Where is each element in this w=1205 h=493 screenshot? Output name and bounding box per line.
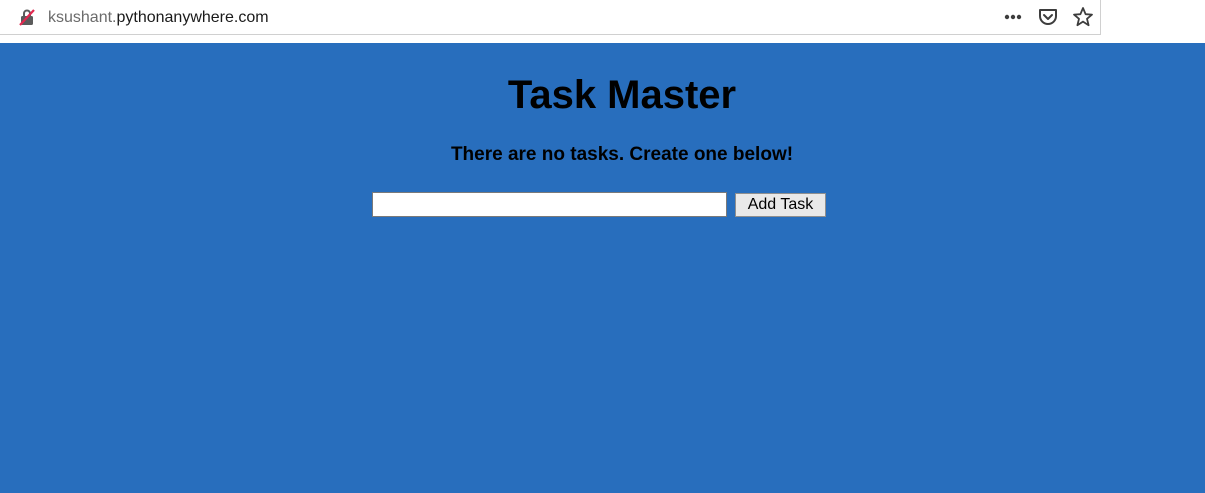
address-bar-url[interactable]: ksushant.pythonanywhere.com bbox=[48, 8, 269, 28]
empty-tasks-message: There are no tasks. Create one below! bbox=[450, 144, 794, 165]
browser-toolbar: ksushant.pythonanywhere.com bbox=[0, 0, 1101, 35]
task-content-input[interactable] bbox=[372, 192, 727, 217]
page-body: Task Master There are no tasks. Create o… bbox=[0, 43, 1205, 493]
more-actions-icon[interactable] bbox=[1002, 6, 1024, 28]
add-task-button[interactable]: Add Task bbox=[735, 193, 826, 217]
pocket-icon[interactable] bbox=[1037, 6, 1059, 28]
browser-toolbar-extension bbox=[1101, 0, 1205, 43]
bookmark-star-icon[interactable] bbox=[1072, 6, 1094, 28]
insecure-lock-icon[interactable] bbox=[18, 8, 36, 26]
url-host: pythonanywhere.com bbox=[116, 9, 269, 26]
url-subdomain: ksushant. bbox=[48, 9, 117, 26]
page-title: Task Master bbox=[507, 73, 737, 117]
